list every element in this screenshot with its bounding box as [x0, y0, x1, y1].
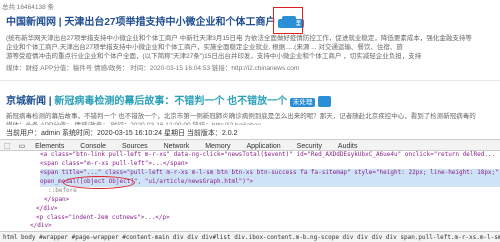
code-line[interactable]: </div> — [36, 205, 486, 214]
tab-application[interactable]: Application — [246, 143, 280, 150]
code-line[interactable]: ::before — [48, 187, 498, 196]
article-title-text[interactable]: 中国新闻网 | 天津出台27项举措支持中小微企业和个体工商户 — [6, 17, 275, 28]
divider — [0, 80, 500, 81]
tab-elements[interactable]: Elements — [35, 143, 65, 150]
status-bar: 当前用户：admin 系统时间：2020-03-15 16:10:24 星期日 … — [0, 125, 500, 139]
article-title-source[interactable]: 京城新闻 | — [6, 96, 54, 107]
devtools-tabbar: ⬚ ▭ Elements Console Sources Network Mem… — [0, 139, 500, 151]
article-meta: 媒体：财经 APP分值：稿件号 情感/政务： 时间：2020-03-15 16:… — [6, 65, 300, 72]
code-line[interactable]: <a class="btn-link pull-left m-r-xs" dat… — [40, 151, 500, 160]
total-count: 总共 16464138 条 — [2, 4, 55, 11]
status-badge: 未处理 — [289, 98, 316, 107]
tab-security[interactable]: Security — [297, 143, 322, 150]
highlight-box — [273, 7, 303, 34]
article-body-line: 游等受疫情冲击的重点行业企业和个体户全面，(以下简称"天津27条")15日出台并… — [6, 53, 422, 60]
tab-memory[interactable]: Memory — [205, 143, 230, 150]
tab-console[interactable]: Console — [80, 143, 106, 150]
code-line[interactable]: <span class="m-r-xs pull-left">...</span… — [40, 160, 500, 169]
article-title[interactable]: 中国新闻网 | 天津出台27项举措支持中小微企业和个体工商户 未处理 — [6, 13, 426, 28]
devtools-device-icon[interactable]: ▭ — [19, 142, 26, 150]
tab-audits[interactable]: Audits — [338, 143, 357, 150]
tab-sources[interactable]: Sources — [122, 143, 148, 150]
devtools-select-icon[interactable]: ⬚ — [4, 142, 11, 150]
article-title-text[interactable]: 新冠病毒检测的幕后故事：不错判一个 也不错放一个 — [54, 96, 287, 107]
code-line[interactable]: </span> — [44, 196, 494, 205]
dom-breadcrumb[interactable]: html body #wrapper #page-wrapper #conten… — [0, 231, 500, 242]
code-line[interactable]: </div> — [30, 222, 480, 230]
sitemap-icon[interactable] — [318, 95, 332, 107]
tab-network[interactable]: Network — [164, 143, 190, 150]
article-title[interactable]: 京城新闻 | 新冠病毒检测的幕后故事：不错判一个 也不错放一个 未处理 — [6, 92, 500, 107]
